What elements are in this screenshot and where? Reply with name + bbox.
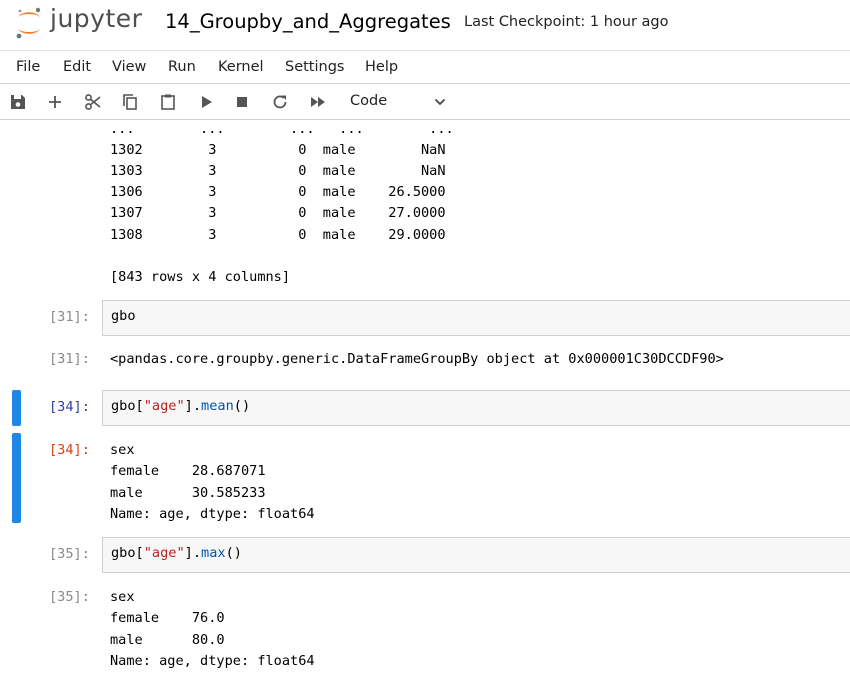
cell-output-line: male 80.0 (110, 632, 225, 648)
code-punct: ]. (184, 545, 202, 561)
code-text: gbo["age"].mean() (111, 398, 250, 414)
menu-edit[interactable]: Edit (63, 59, 91, 75)
cut-icon[interactable] (83, 92, 103, 112)
cell-output-line: male 30.585233 (110, 485, 266, 501)
menu-settings[interactable]: Settings (285, 59, 344, 75)
code-method: max (201, 545, 226, 561)
code-input-35[interactable]: gbo["age"].max() (102, 537, 850, 573)
code-string: "age" (143, 545, 185, 561)
menu-kernel[interactable]: Kernel (218, 59, 264, 75)
cell-output: <pandas.core.groupby.generic.DataFrameGr… (110, 351, 724, 367)
code-call: () (225, 545, 242, 561)
cell-selection-indicator[interactable] (12, 390, 21, 426)
stop-icon[interactable] (232, 92, 252, 112)
run-icon[interactable] (196, 92, 216, 112)
fast-forward-icon[interactable] (308, 92, 328, 112)
code-var: gbo[ (111, 545, 144, 561)
menu-run[interactable]: Run (168, 59, 196, 75)
output-prompt: [35]: (49, 589, 90, 605)
jupyter-logo-icon[interactable] (14, 6, 44, 40)
df-output-line: 1303 3 0 male NaN (110, 163, 446, 179)
cell-output-line: sex (110, 442, 135, 458)
paste-icon[interactable] (158, 92, 178, 112)
chevron-down-icon (434, 98, 446, 106)
header: jupyter 14_Groupby_and_Aggregates Last C… (0, 0, 850, 48)
output-prompt: [34]: (49, 442, 90, 458)
code-punct: ]. (184, 398, 202, 414)
restart-icon[interactable] (270, 92, 290, 112)
output-collapse-bar[interactable] (12, 433, 21, 523)
cell-output-line: sex (110, 589, 135, 605)
notebook-title[interactable]: 14_Groupby_and_Aggregates (165, 10, 451, 33)
logo-text[interactable]: jupyter (50, 4, 142, 33)
menu-help[interactable]: Help (365, 59, 398, 75)
code-method: mean (201, 398, 234, 414)
cell-output-line: Name: age, dtype: float64 (110, 506, 315, 522)
cell-type-label: Code (350, 93, 388, 109)
df-output-line: 1307 3 0 male 27.0000 (110, 205, 446, 221)
output-prompt: [31]: (49, 351, 90, 367)
code-input-34[interactable]: gbo["age"].mean() (102, 390, 850, 426)
code-input-31[interactable]: gbo (102, 300, 850, 336)
cell-output-line: female 76.0 (110, 610, 225, 626)
df-output-summary: [843 rows x 4 columns] (110, 269, 291, 285)
df-output-line: 1302 3 0 male NaN (110, 142, 446, 158)
code-string: "age" (143, 398, 185, 414)
input-prompt: [31]: (49, 309, 90, 325)
add-cell-icon[interactable] (45, 92, 65, 112)
cell-type-select[interactable]: Code (346, 90, 452, 114)
input-prompt: [35]: (49, 546, 90, 562)
menu-view[interactable]: View (112, 59, 146, 75)
code-text: gbo (111, 308, 136, 324)
code-var: gbo[ (111, 398, 144, 414)
checkpoint-status: Last Checkpoint: 1 hour ago (464, 14, 669, 30)
menu-file[interactable]: File (16, 59, 40, 75)
df-output-line: ... ... ... ... ... (110, 121, 454, 137)
df-output-line: 1306 3 0 male 26.5000 (110, 184, 446, 200)
copy-icon[interactable] (120, 92, 140, 112)
cell-output-line: Name: age, dtype: float64 (110, 653, 315, 669)
code-call: () (233, 398, 251, 414)
save-icon[interactable] (8, 92, 28, 112)
input-prompt: [34]: (49, 399, 90, 415)
code-text: gbo["age"].max() (111, 545, 242, 561)
toolbar: Code (0, 84, 850, 120)
menu-bar: File Edit View Run Kernel Settings Help (0, 50, 850, 84)
df-output-line: 1308 3 0 male 29.0000 (110, 227, 446, 243)
cell-output-line: female 28.687071 (110, 463, 266, 479)
